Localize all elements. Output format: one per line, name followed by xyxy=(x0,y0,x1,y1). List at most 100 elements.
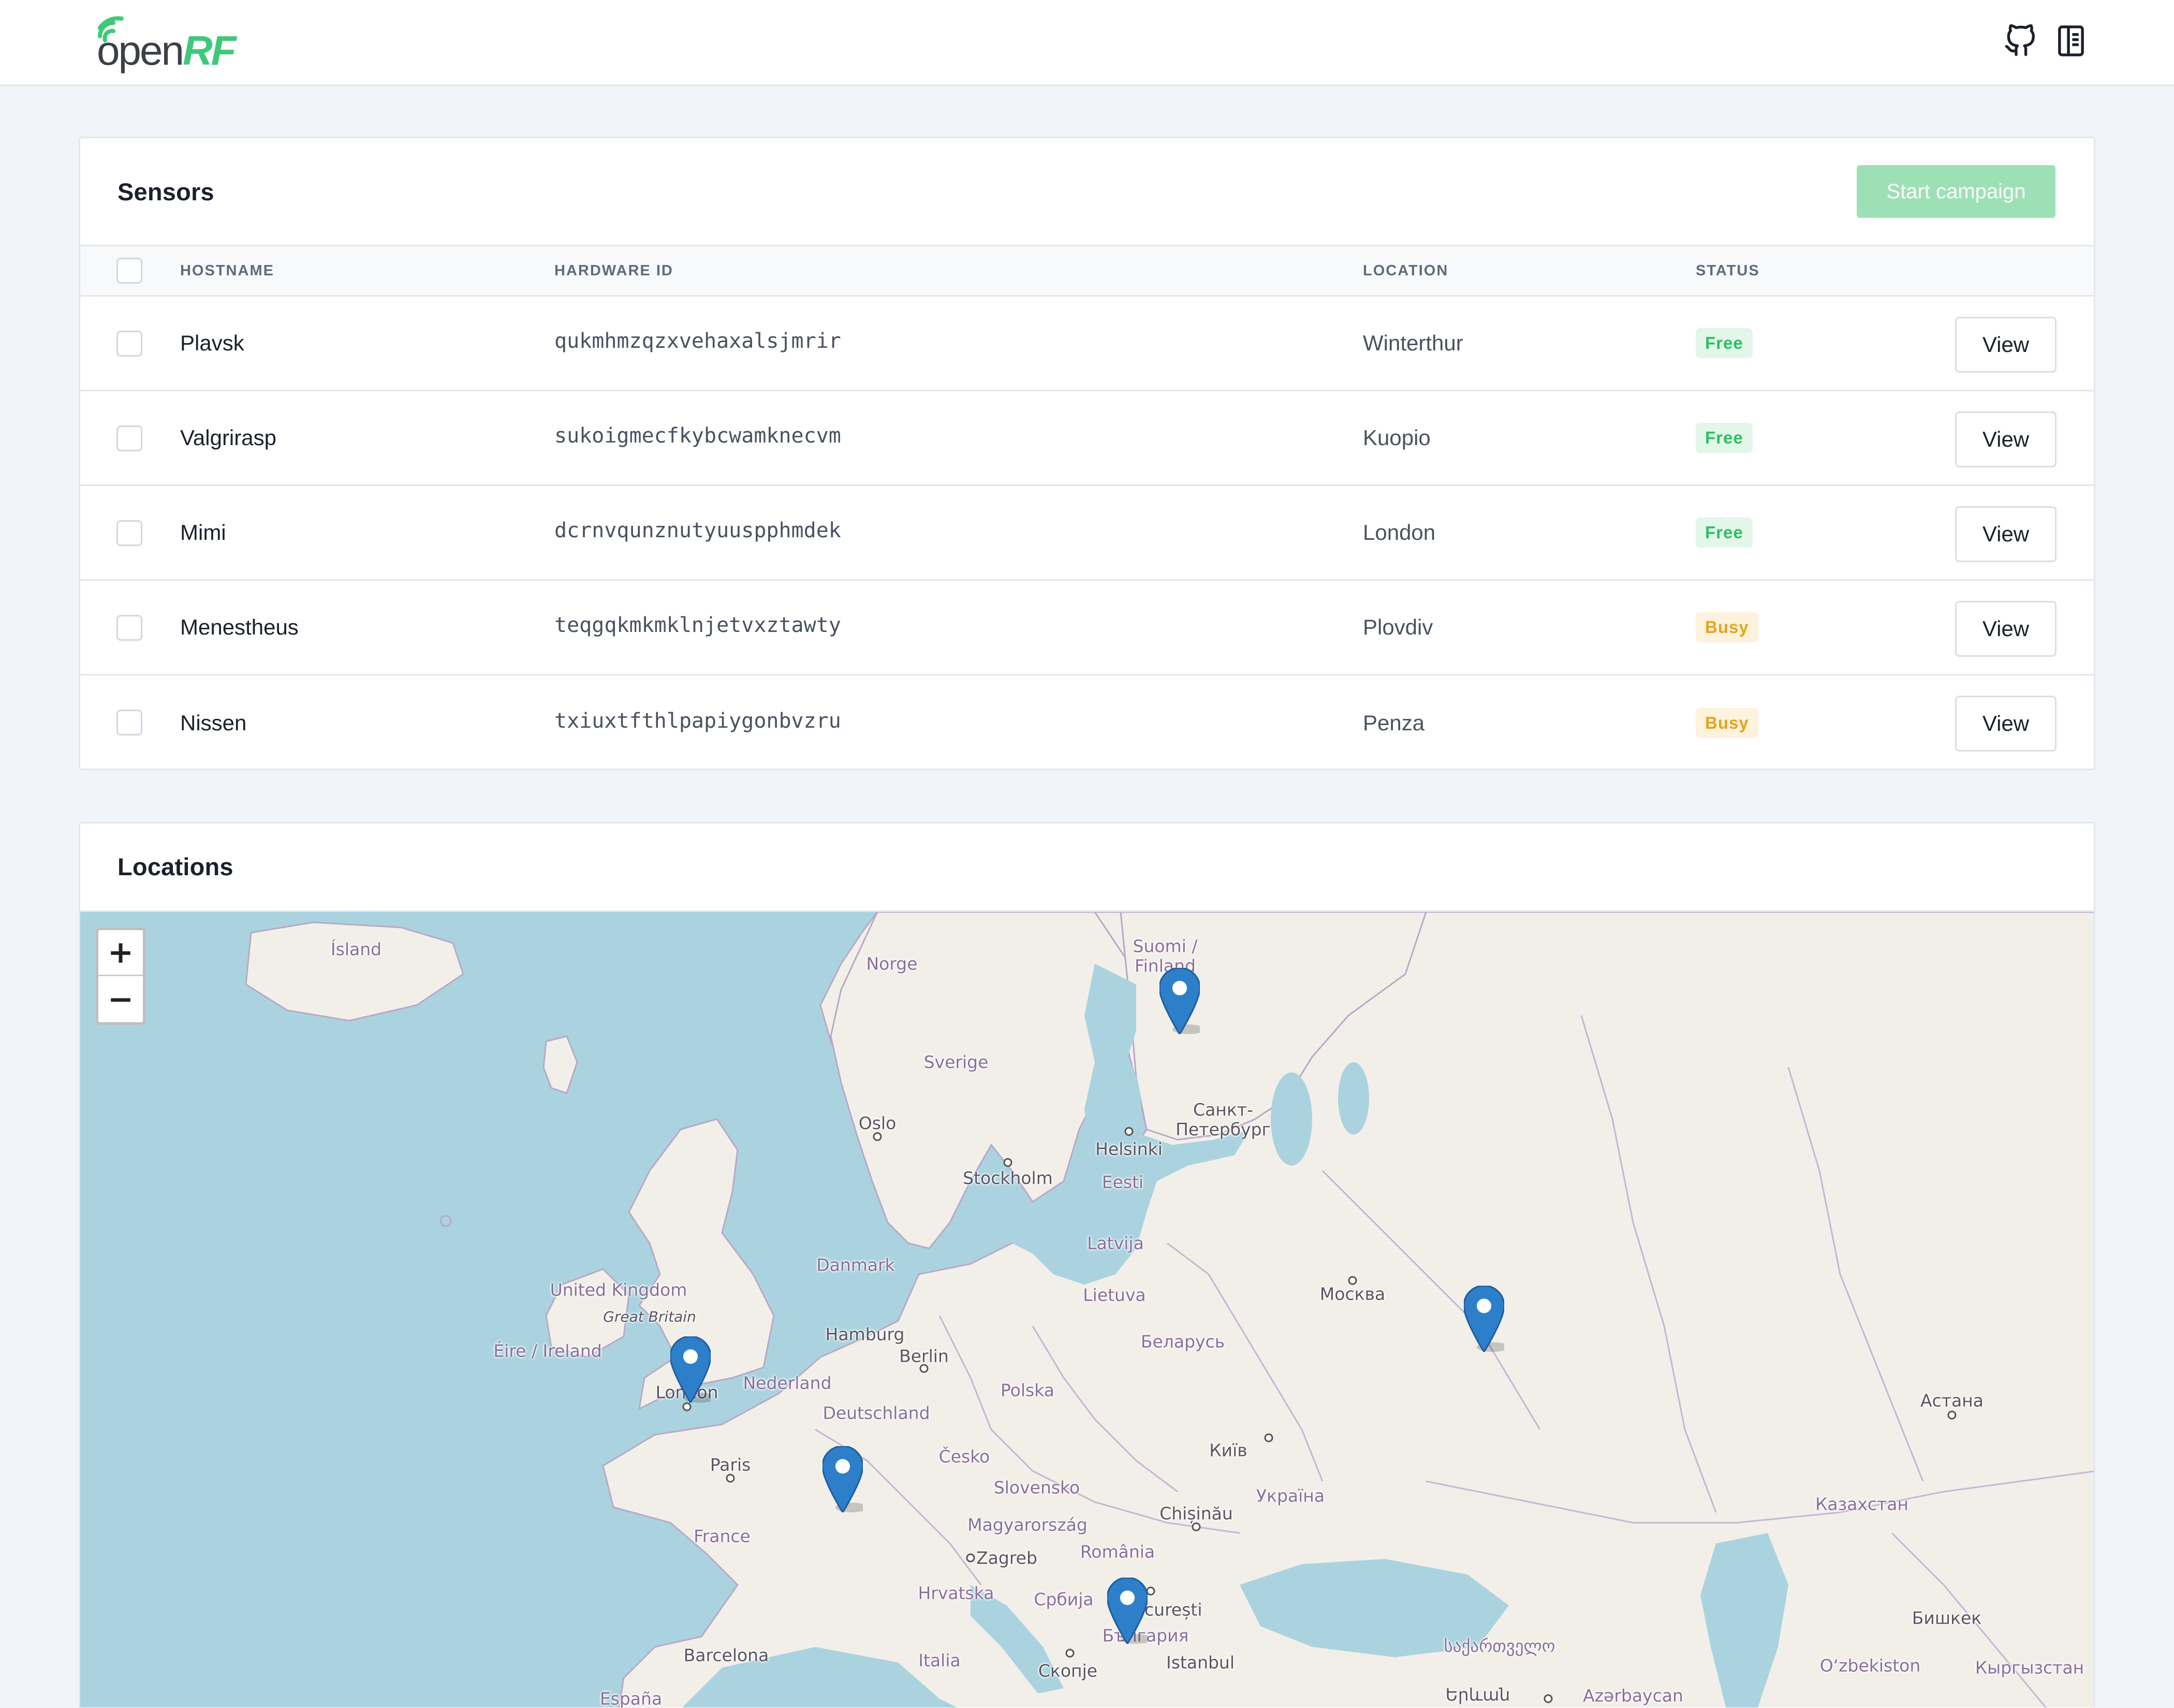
map-label: Italia xyxy=(918,1650,961,1671)
location-cell: Plovdiv xyxy=(1363,615,1433,639)
view-button[interactable]: View xyxy=(1955,601,2057,657)
sensors-card: Sensors Start campaign HOSTNAME HARDWARE… xyxy=(79,137,2095,770)
status-badge: Busy xyxy=(1696,612,1758,642)
sensors-table-header: HOSTNAME HARDWARE ID LOCATION STATUS xyxy=(80,245,2094,297)
hostname-cell: Plavsk xyxy=(180,331,244,355)
zoom-out-button[interactable]: − xyxy=(98,976,143,1022)
map-label: Hrvatska xyxy=(918,1583,994,1603)
start-campaign-button[interactable]: Start campaign xyxy=(1857,165,2055,218)
map-label: Україна xyxy=(1256,1485,1325,1506)
map-label: Latvija xyxy=(1087,1233,1144,1254)
status-cell: Free xyxy=(1696,486,1753,579)
map-base-layer xyxy=(245,912,2094,1707)
map-label: Zagreb xyxy=(976,1548,1037,1568)
status-badge: Free xyxy=(1696,423,1753,453)
view-button[interactable]: View xyxy=(1955,696,2057,752)
status-badge: Free xyxy=(1696,328,1753,358)
location-cell: London xyxy=(1363,520,1436,544)
row-checkbox[interactable] xyxy=(116,425,142,451)
map-marker-winterthur[interactable] xyxy=(822,1446,863,1512)
map-label: Скопје xyxy=(1038,1660,1098,1681)
row-checkbox[interactable] xyxy=(116,331,142,357)
location-cell: Kuopio xyxy=(1363,425,1431,450)
row-checkbox[interactable] xyxy=(116,615,142,641)
map-label: Éire / Ireland xyxy=(493,1341,602,1361)
status-badge: Free xyxy=(1696,518,1753,548)
view-button[interactable]: View xyxy=(1955,317,2057,373)
map-label: Barcelona xyxy=(683,1645,769,1666)
map-label: Helsinki xyxy=(1095,1139,1163,1159)
map-label: Hamburg xyxy=(825,1324,905,1345)
map-marker-kuopio[interactable] xyxy=(1159,968,1200,1034)
map-label: Nederland xyxy=(743,1373,832,1393)
column-header-status: STATUS xyxy=(1696,262,1760,279)
top-navbar: openRF xyxy=(0,0,2174,86)
table-row: Nissen txiuxtfthlpapiygonbvzru Penza Bus… xyxy=(80,675,2094,769)
column-header-location: LOCATION xyxy=(1363,262,1449,279)
locations-map[interactable]: Ísland Norge Suomi / Finland Sverige Сан… xyxy=(80,910,2094,1708)
map-label: Երևան xyxy=(1445,1684,1510,1705)
map-label: Slovensko xyxy=(993,1477,1080,1498)
map-label: Київ xyxy=(1209,1440,1247,1461)
map-label: Eesti xyxy=(1101,1172,1144,1192)
map-marker-penza[interactable] xyxy=(1464,1286,1504,1352)
table-row: Plavsk qukmhmzqzxvehaxalsjmrir Winterthu… xyxy=(80,297,2094,391)
hostname-cell: Mimi xyxy=(180,520,226,544)
map-label: Oslo xyxy=(858,1113,897,1133)
table-row: Valgrirasp sukoigmecfkybcwamknecvm Kuopi… xyxy=(80,391,2094,486)
hardware-id-cell: sukoigmecfkybcwamknecvm xyxy=(554,424,841,448)
map-label: Астана xyxy=(1920,1390,1984,1411)
openrf-logo[interactable]: openRF xyxy=(96,16,237,72)
table-row: Mimi dcrnvqunznutyuuspphmdek London Free… xyxy=(80,486,2094,581)
locations-card: Locations Ísland Norge Suomi / Finland S… xyxy=(79,822,2095,1708)
map-label: საქართველო xyxy=(1444,1636,1555,1656)
locations-title: Locations xyxy=(117,853,233,880)
map-label: Sverige xyxy=(923,1052,989,1072)
sensors-title: Sensors xyxy=(117,178,214,205)
status-cell: Busy xyxy=(1696,675,1758,769)
map-label: Česko xyxy=(938,1446,990,1467)
location-cell: Winterthur xyxy=(1363,331,1463,355)
zoom-in-button[interactable]: + xyxy=(98,930,143,976)
status-cell: Busy xyxy=(1696,581,1758,674)
map-label: United Kingdom xyxy=(550,1279,687,1300)
map-label: Polska xyxy=(1000,1380,1055,1401)
map-label: Кыргызстан xyxy=(1975,1657,2084,1678)
map-label: Казахстан xyxy=(1815,1494,1909,1514)
location-cell: Penza xyxy=(1363,710,1425,735)
map-label: España xyxy=(599,1688,663,1708)
select-all-checkbox[interactable] xyxy=(116,258,142,284)
map-label: Петербург xyxy=(1176,1119,1271,1140)
hardware-id-cell: txiuxtfthlpapiygonbvzru xyxy=(554,709,841,733)
row-checkbox[interactable] xyxy=(116,710,142,735)
hostname-cell: Valgrirasp xyxy=(180,425,276,450)
map-label: Istanbul xyxy=(1166,1652,1235,1673)
status-cell: Free xyxy=(1696,297,1753,390)
hardware-id-cell: teqgqkmkmklnjetvxztawty xyxy=(554,613,841,637)
map-label: Deutschland xyxy=(822,1403,930,1423)
map-label: France xyxy=(694,1526,751,1547)
map-label: Србија xyxy=(1034,1589,1094,1610)
github-icon[interactable] xyxy=(2003,24,2037,58)
map-label: Ísland xyxy=(330,939,382,960)
map-label: Oʻzbekiston xyxy=(1819,1655,1921,1676)
table-row: Menestheus teqgqkmkmklnjetvxztawty Plovd… xyxy=(80,581,2094,675)
view-button[interactable]: View xyxy=(1955,411,2057,467)
column-header-hostname: HOSTNAME xyxy=(180,262,274,279)
map-marker-london[interactable] xyxy=(670,1336,711,1403)
map-label: Chișinău xyxy=(1159,1503,1233,1524)
map-label: Lietuva xyxy=(1083,1285,1146,1305)
status-badge: Busy xyxy=(1696,708,1758,738)
book-icon[interactable] xyxy=(2054,24,2088,58)
hostname-cell: Menestheus xyxy=(180,615,299,639)
row-checkbox[interactable] xyxy=(116,520,142,546)
map-label: Москва xyxy=(1319,1284,1386,1304)
map-label: Suomi / xyxy=(1133,936,1198,956)
view-button[interactable]: View xyxy=(1955,506,2057,562)
map-label: Danmark xyxy=(816,1255,895,1275)
map-marker-plovdiv[interactable] xyxy=(1107,1578,1148,1644)
map-label: Norge xyxy=(866,953,918,974)
hardware-id-cell: qukmhmzqzxvehaxalsjmrir xyxy=(554,329,841,353)
hostname-cell: Nissen xyxy=(180,710,247,735)
status-cell: Free xyxy=(1696,391,1753,484)
